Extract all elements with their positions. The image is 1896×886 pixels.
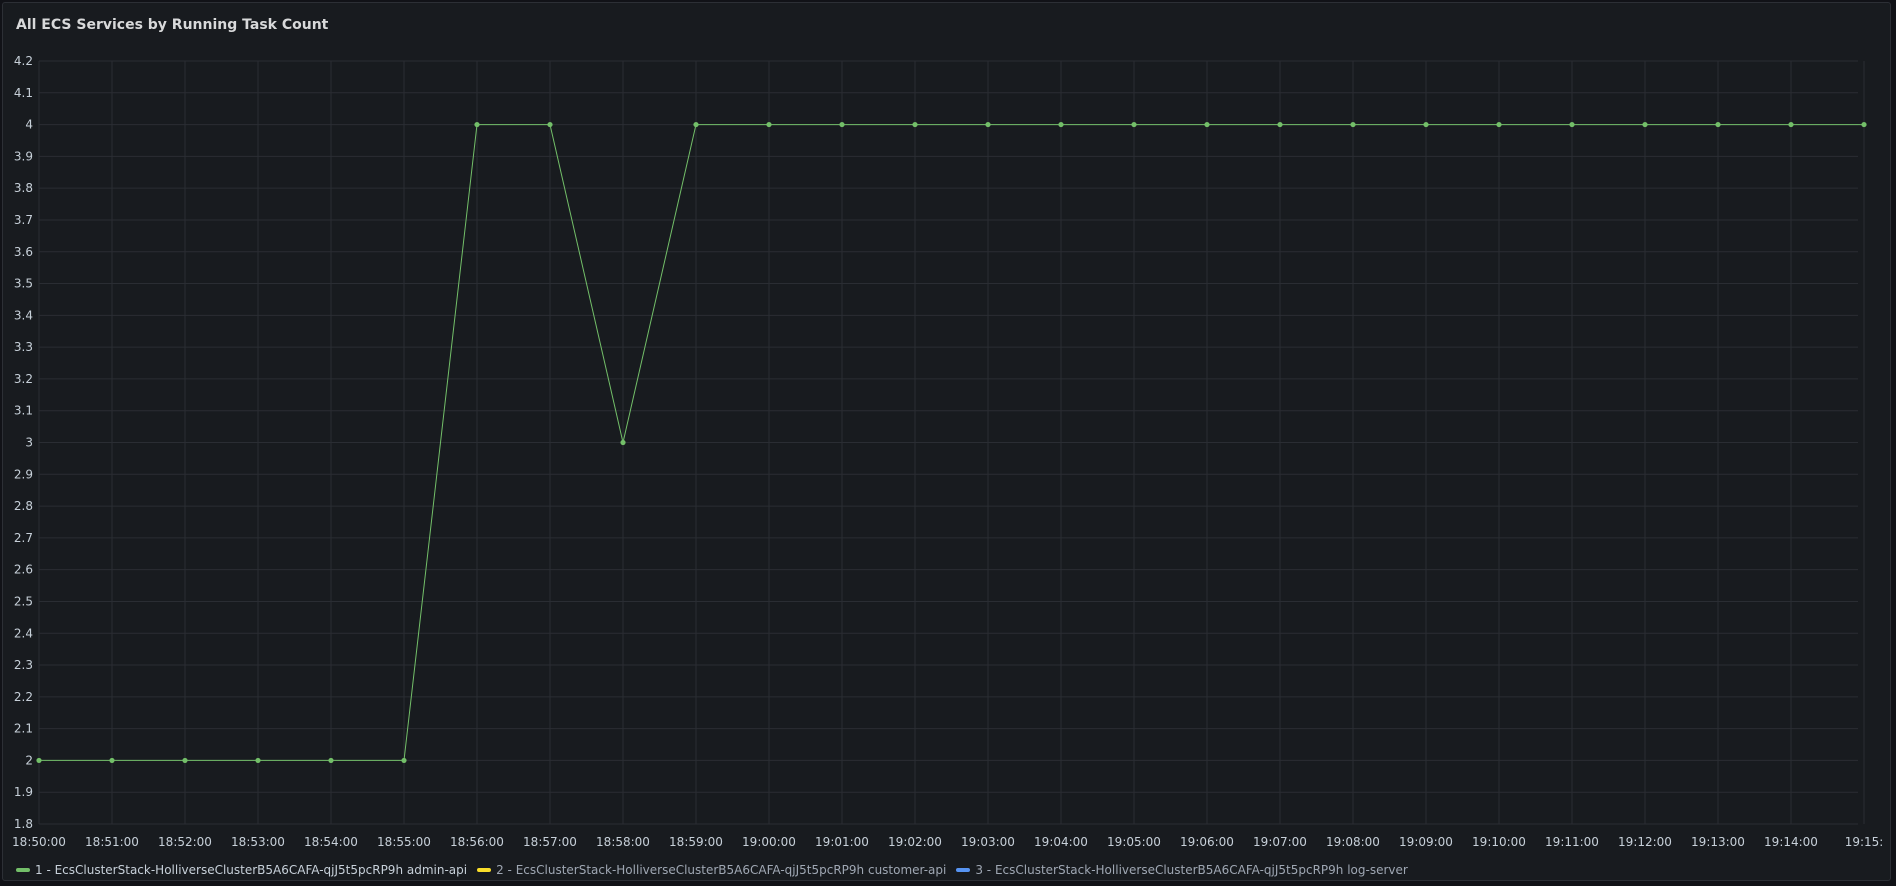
legend-swatch	[16, 868, 30, 872]
y-tick-label: 1.9	[14, 785, 33, 799]
x-tick-label: 19:07:00	[1253, 835, 1307, 849]
x-tick-label: 19:02:00	[888, 835, 942, 849]
x-tick-label: 18:58:00	[596, 835, 650, 849]
x-tick-label: 19:05:00	[1107, 835, 1161, 849]
y-tick-label: 3.4	[14, 308, 33, 322]
y-tick-label: 4.2	[14, 54, 33, 68]
data-point[interactable]	[474, 121, 480, 128]
y-tick-label: 2.3	[14, 658, 33, 672]
y-tick-label: 2.8	[14, 499, 33, 513]
data-point[interactable]	[620, 439, 626, 446]
line-chart[interactable]: 1.8 1.9 2 2.1 2.2 2.3 2.4 2.5 2.6 2.7 2.8 2.9 3 3.1 3.…	[3, 3, 1890, 880]
x-tick-label: 18:59:00	[669, 835, 723, 849]
data-point[interactable]	[1058, 121, 1064, 128]
x-tick-label: 19:00:00	[742, 835, 796, 849]
data-point[interactable]	[912, 121, 918, 128]
data-point[interactable]	[1861, 121, 1867, 128]
y-tick-label: 2.9	[14, 467, 33, 481]
y-tick-label: 2	[25, 753, 33, 767]
data-point[interactable]	[1350, 121, 1356, 128]
y-tick-label: 3.6	[14, 245, 33, 259]
data-point[interactable]	[1423, 121, 1429, 128]
data-point[interactable]	[255, 757, 261, 764]
data-point[interactable]	[109, 757, 115, 764]
data-point[interactable]	[985, 121, 991, 128]
data-point[interactable]	[1788, 121, 1794, 128]
y-tick-label: 2.2	[14, 690, 33, 704]
y-tick-label: 3.1	[14, 404, 33, 418]
data-point[interactable]	[1715, 121, 1721, 128]
x-tick-label: 19:09:00	[1399, 835, 1453, 849]
x-tick-label: 19:04:00	[1034, 835, 1088, 849]
data-point[interactable]	[1569, 121, 1575, 128]
x-tick-label: 19:03:00	[961, 835, 1015, 849]
y-tick-label: 4	[25, 118, 33, 132]
y-tick-label: 3.5	[14, 277, 33, 291]
legend-label: 3 - EcsClusterStack-HolliverseClusterB5A…	[975, 863, 1408, 877]
x-tick-label: 18:52:00	[158, 835, 212, 849]
data-point[interactable]	[839, 121, 845, 128]
data-point[interactable]	[1204, 121, 1210, 128]
y-tick-label: 3.7	[14, 213, 33, 227]
y-tick-label: 2.1	[14, 722, 33, 736]
legend-swatch	[477, 868, 492, 872]
x-tick-label: 19:15:	[1845, 835, 1884, 849]
data-point[interactable]	[1131, 121, 1137, 128]
y-tick-label: 3	[25, 436, 33, 450]
data-point[interactable]	[766, 121, 772, 128]
y-tick-label: 2.5	[14, 594, 33, 608]
data-point[interactable]	[328, 757, 334, 764]
x-tick-label: 19:01:00	[815, 835, 869, 849]
x-tick-label: 18:53:00	[231, 835, 285, 849]
y-tick-label: 2.4	[14, 626, 33, 640]
y-tick-label: 3.9	[14, 149, 33, 163]
x-tick-label: 19:06:00	[1180, 835, 1234, 849]
legend-item-3[interactable]: 3 - EcsClusterStack-HolliverseClusterB5A…	[956, 863, 1408, 877]
x-tick-label: 18:54:00	[304, 835, 358, 849]
legend-label: 2 - EcsClusterStack-HolliverseClusterB5A…	[496, 863, 947, 877]
chart-panel: All ECS Services by Running Task Count 1…	[2, 2, 1891, 881]
x-tick-label: 19:13:00	[1691, 835, 1745, 849]
legend-item-2[interactable]: 2 - EcsClusterStack-HolliverseClusterB5A…	[477, 863, 946, 877]
data-point[interactable]	[1496, 121, 1502, 128]
legend-item-1[interactable]: 1 - EcsClusterStack-HolliverseClusterB5A…	[16, 863, 467, 877]
y-tick-label: 3.2	[14, 372, 33, 386]
x-tick-label: 19:10:00	[1472, 835, 1526, 849]
legend: 1 - EcsClusterStack-HolliverseClusterB5A…	[16, 863, 1408, 877]
y-tick-label: 2.6	[14, 563, 33, 577]
y-tick-label: 3.3	[14, 340, 33, 354]
x-tick-label: 18:56:00	[450, 835, 504, 849]
data-point[interactable]	[1642, 121, 1648, 128]
y-tick-label: 3.8	[14, 181, 33, 195]
data-point[interactable]	[36, 757, 42, 764]
legend-label: 1 - EcsClusterStack-HolliverseClusterB5A…	[35, 863, 468, 877]
x-tick-label: 18:51:00	[85, 835, 139, 849]
y-tick-label: 1.8	[14, 817, 33, 831]
x-tick-label: 19:12:00	[1618, 835, 1672, 849]
data-point[interactable]	[1277, 121, 1283, 128]
data-point[interactable]	[182, 757, 188, 764]
data-point[interactable]	[693, 121, 699, 128]
x-tick-label: 18:57:00	[523, 835, 577, 849]
data-point[interactable]	[401, 757, 407, 764]
data-point[interactable]	[547, 121, 553, 128]
x-tick-label: 19:14:00	[1764, 835, 1818, 849]
y-tick-label: 2.7	[14, 531, 33, 545]
x-tick-label: 19:11:00	[1545, 835, 1599, 849]
x-tick-label: 19:08:00	[1326, 835, 1380, 849]
x-tick-label: 18:55:00	[377, 835, 431, 849]
legend-swatch	[956, 868, 971, 872]
x-tick-label: 18:50:00	[12, 835, 66, 849]
y-tick-label: 4.1	[14, 86, 33, 100]
